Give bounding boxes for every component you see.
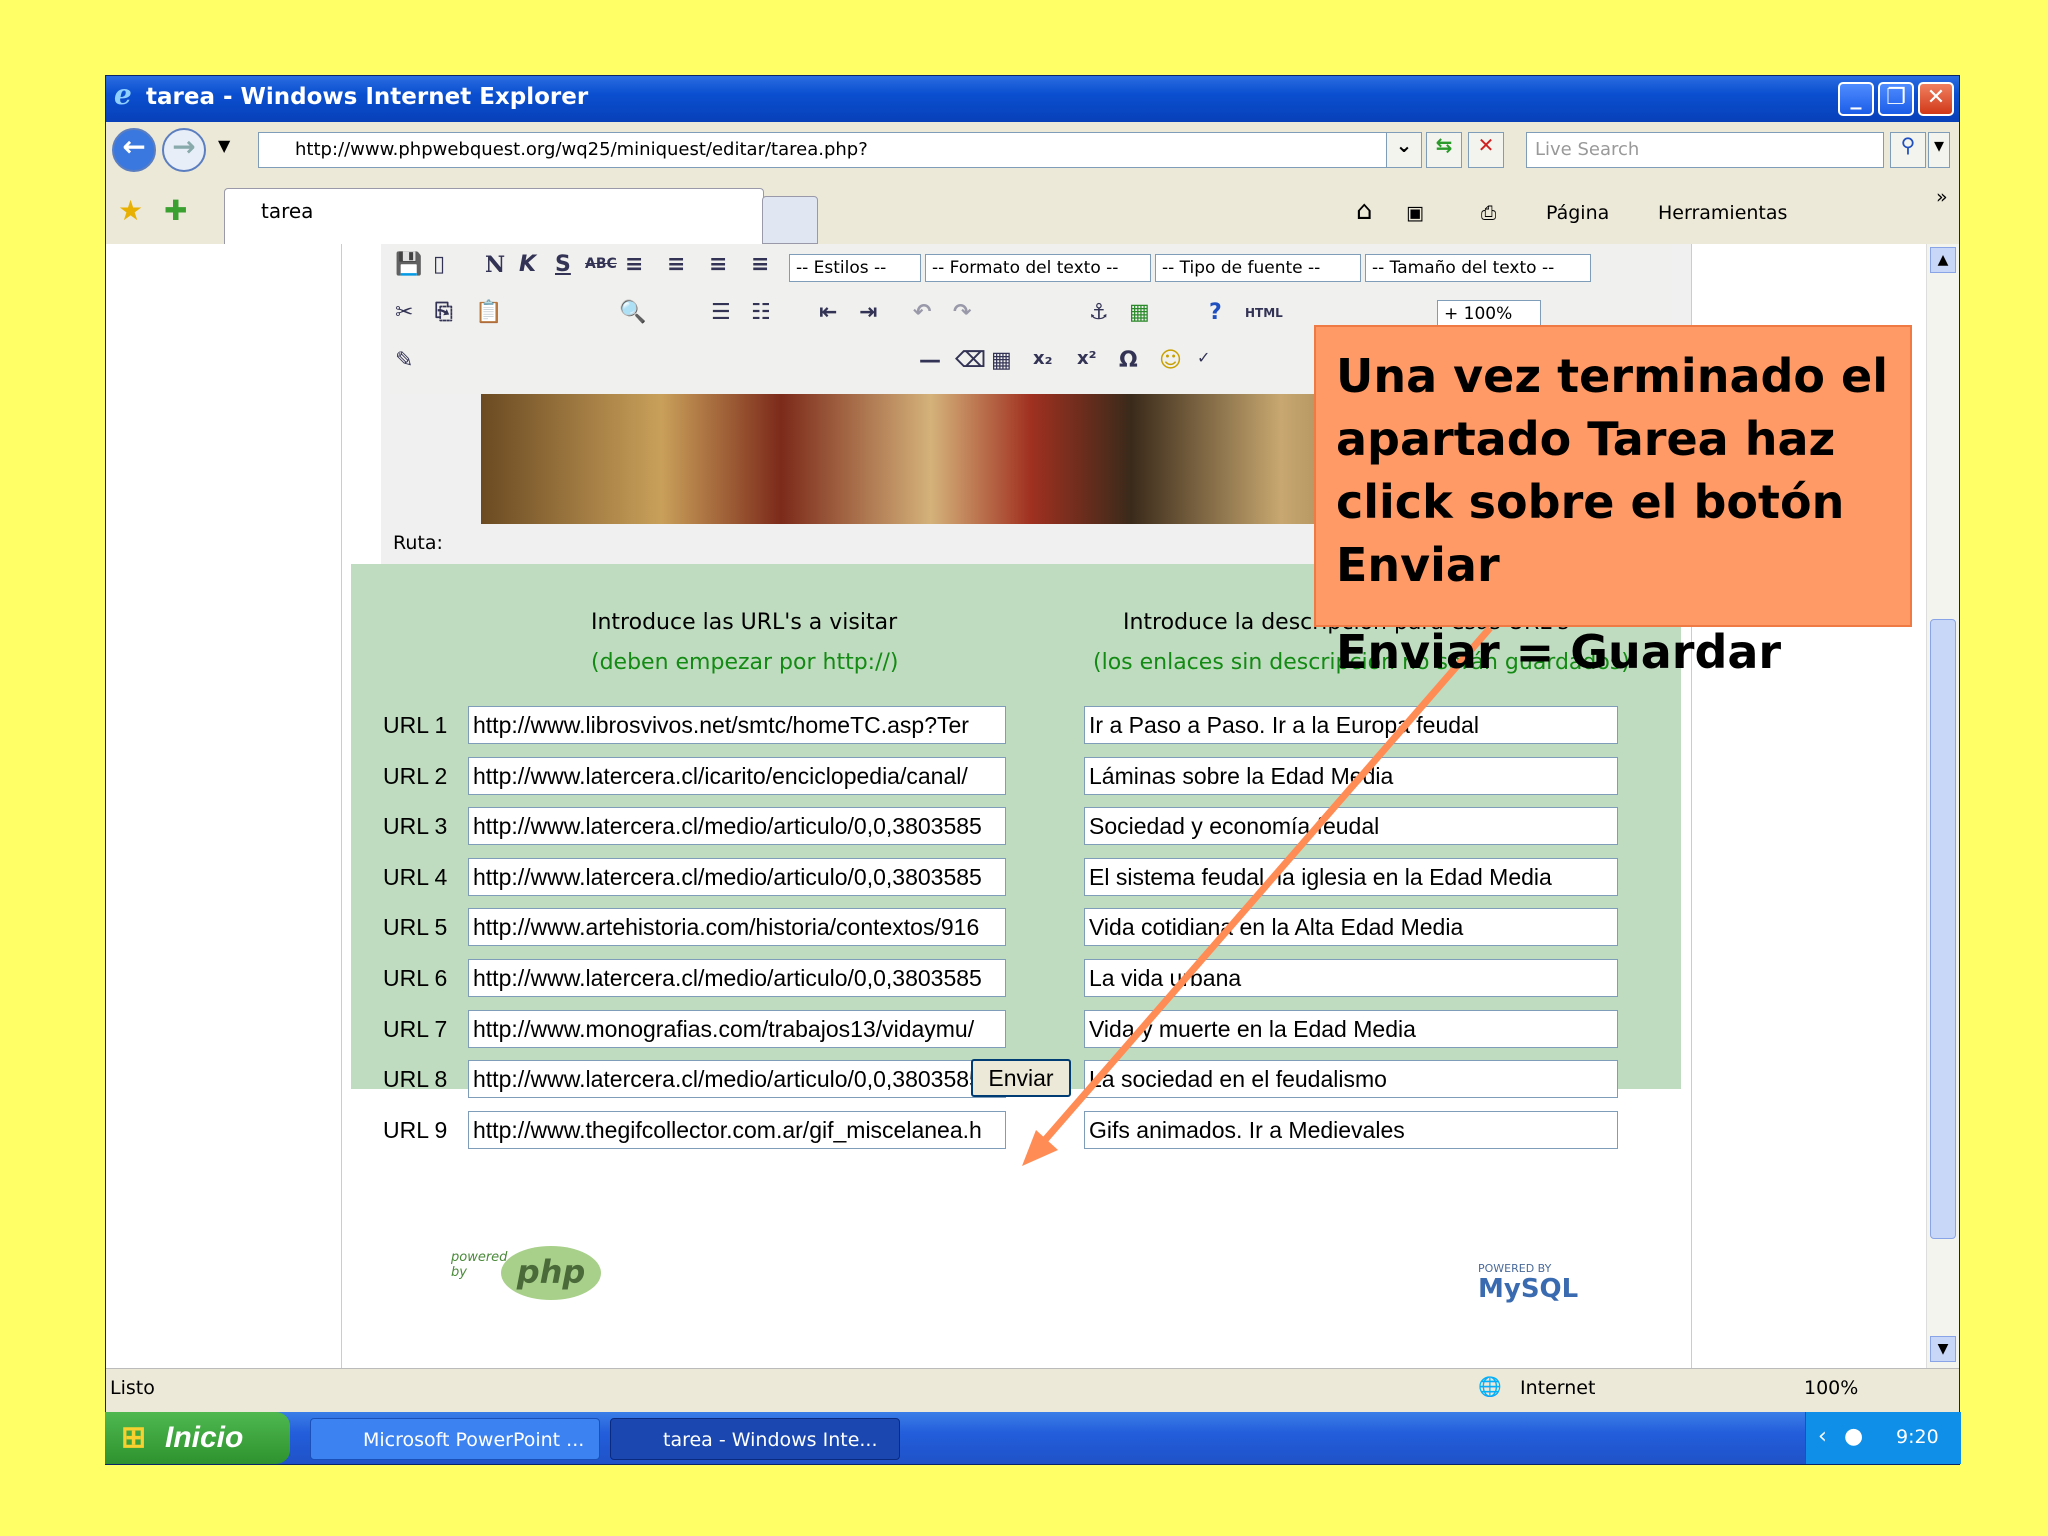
callout-instruction: Una vez terminado el apartado Tarea haz … [1336, 349, 1888, 592]
arrow-line [1035, 625, 1493, 1151]
callout-arrow [1022, 625, 1493, 1166]
instruction-callout: Una vez terminado el apartado Tarea haz … [1314, 325, 1912, 679]
callout-note: Enviar = Guardar [1336, 625, 1782, 679]
